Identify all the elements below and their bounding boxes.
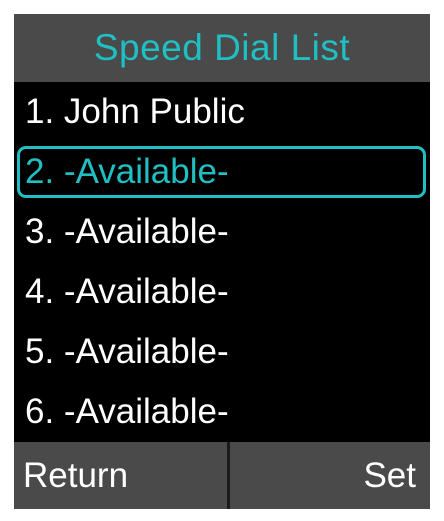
speed-dial-entry-1[interactable]: 1. John Public bbox=[14, 82, 430, 142]
page-title: Speed Dial List bbox=[93, 27, 351, 68]
speed-dial-entry-label: 1. John Public bbox=[25, 92, 245, 131]
softkey-bar: Return Set bbox=[14, 442, 430, 509]
title-bar: Speed Dial List bbox=[14, 14, 430, 82]
speed-dial-entry-4[interactable]: 4. -Available- bbox=[14, 262, 430, 322]
set-softkey[interactable]: Set bbox=[363, 442, 416, 509]
phone-screen: Speed Dial List 1. John Public 2. -Avail… bbox=[14, 14, 430, 509]
speed-dial-entry-6[interactable]: 6. -Available- bbox=[14, 382, 430, 442]
speed-dial-list: 1. John Public 2. -Available- 3. -Availa… bbox=[14, 82, 430, 442]
speed-dial-entry-5[interactable]: 5. -Available- bbox=[14, 322, 430, 382]
speed-dial-entry-label: 5. -Available- bbox=[25, 332, 229, 371]
speed-dial-entry-label: 6. -Available- bbox=[25, 392, 229, 431]
speed-dial-entry-label: 3. -Available- bbox=[25, 212, 229, 251]
return-softkey[interactable]: Return bbox=[23, 442, 128, 509]
speed-dial-entry-2[interactable]: 2. -Available- bbox=[14, 142, 430, 202]
speed-dial-entry-label: 4. -Available- bbox=[25, 272, 229, 311]
speed-dial-entry-label: 2. -Available- bbox=[25, 152, 229, 191]
speed-dial-entry-3[interactable]: 3. -Available- bbox=[14, 202, 430, 262]
softkey-divider bbox=[227, 442, 230, 509]
